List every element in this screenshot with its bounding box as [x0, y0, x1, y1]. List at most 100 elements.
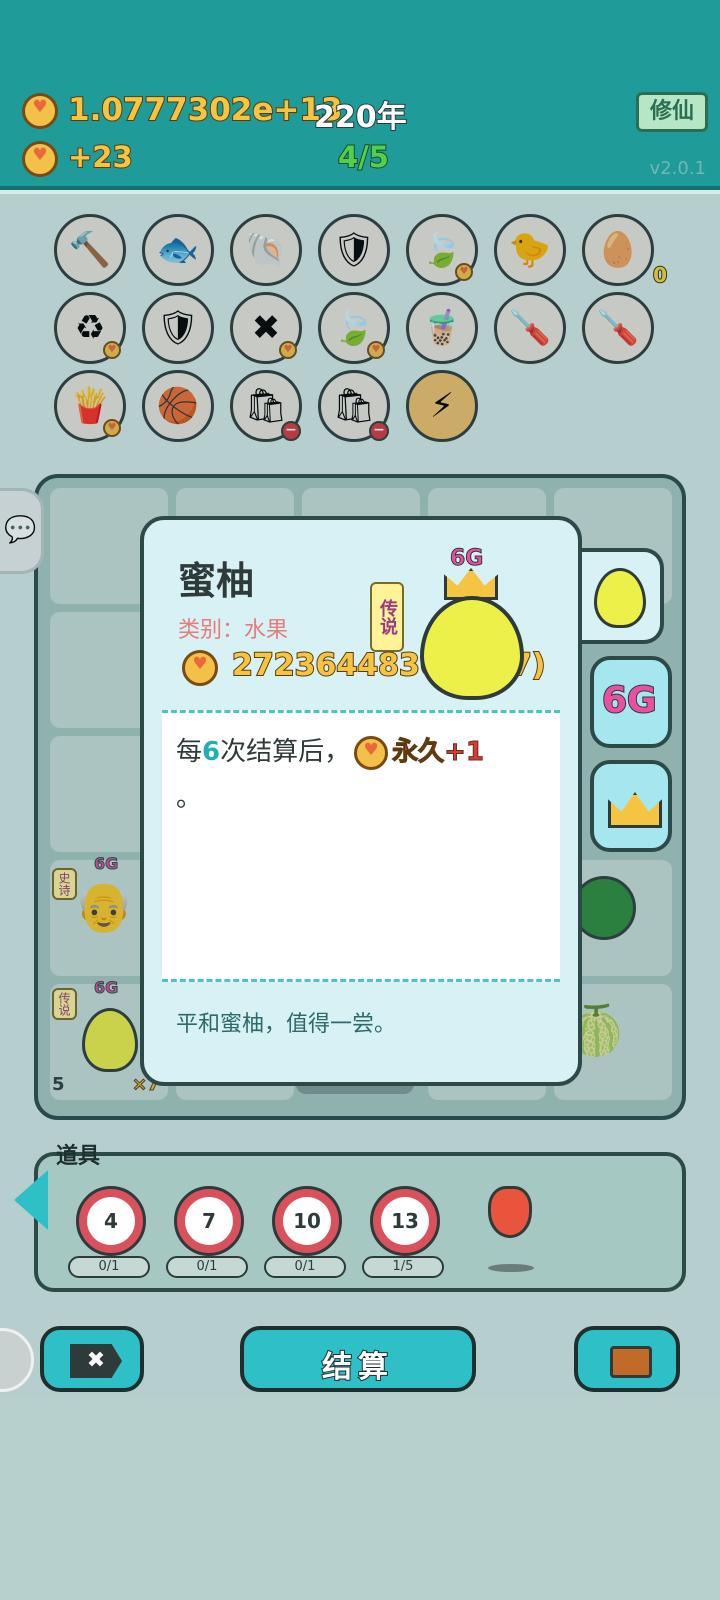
screwdriver-icon: 🪛	[508, 308, 552, 348]
lightning-icon: ⚡	[430, 386, 454, 426]
trash-bag-item-2[interactable]: 🛍 −	[318, 370, 390, 442]
crown-icon	[608, 792, 662, 828]
tool-progress: 0/1	[68, 1256, 150, 1278]
heart-badge-icon: ♥	[103, 341, 121, 359]
money-total: 1.0777302e+13	[67, 91, 343, 129]
tool-progress: 0/1	[166, 1256, 248, 1278]
desc-prefix: 每	[176, 737, 203, 767]
desc-number: 6	[202, 737, 221, 767]
target-tool[interactable]: 4	[76, 1186, 146, 1256]
legend-tag: 传说	[370, 582, 404, 652]
heart-badge-icon: ♥	[367, 341, 385, 359]
year-counter: 220年	[313, 99, 408, 136]
shell-icon: 🐚	[244, 230, 288, 270]
income-rate: +23	[67, 139, 134, 175]
leaf-item[interactable]: 🍃 ♥	[406, 214, 478, 286]
round-progress: 4/5	[337, 139, 390, 175]
shield-wrench-item[interactable]: 🛡	[318, 214, 390, 286]
item-detail-popup: 蜜柚 类别：水果 传说 27236448365 (×7) 6G 每6次结算后，永…	[140, 516, 582, 1086]
target-icon: 7	[185, 1197, 233, 1245]
desc-effect: 永久+1	[392, 737, 485, 768]
flavor-text: 平和蜜柚，值得一尝。	[176, 1012, 397, 1037]
trash-bag-item[interactable]: 🛍 −	[230, 370, 302, 442]
milk-tea-item[interactable]: 🧋	[406, 292, 478, 364]
shell-item[interactable]: 🐚	[230, 214, 302, 286]
target-icon: 13	[381, 1197, 429, 1245]
description-line: 每6次结算后， 永久+1	[176, 731, 485, 770]
screwdriver-item-2[interactable]: 🪛	[582, 292, 654, 364]
delete-tag-icon: ✖	[251, 308, 281, 348]
version-label: v2.0.1	[649, 158, 706, 179]
tab-6g-label: 6G	[601, 679, 658, 722]
g-label: 6G	[93, 978, 119, 998]
chat-icon[interactable]	[0, 488, 44, 574]
target-icon: 4	[87, 1197, 135, 1245]
basketball-icon: 🏀	[156, 386, 200, 426]
tab-fruit[interactable]	[574, 548, 664, 644]
recycle-icon: ♻	[74, 308, 106, 348]
delete-tag-item[interactable]: ✖ ♥	[230, 292, 302, 364]
backpack-button[interactable]	[574, 1326, 680, 1392]
trash-bag-icon: 🛍	[244, 386, 288, 426]
egg-tray-icon: 🥚	[596, 230, 640, 270]
lightning-item[interactable]: ⚡	[406, 370, 478, 442]
pomelo-icon	[594, 568, 646, 628]
screwdriver-item[interactable]: 🪛	[494, 292, 566, 364]
target-value: 4	[104, 1209, 118, 1233]
tools-title: 道具	[56, 1144, 101, 1169]
tab-6g[interactable]: 6G	[590, 656, 672, 748]
heart-badge-icon: ♥	[279, 341, 297, 359]
fries-icon: 🍟	[68, 386, 112, 426]
chick-icon: 🐤	[508, 230, 552, 270]
minus-badge-icon: −	[281, 421, 301, 441]
legend-tag: 传说	[52, 988, 77, 1020]
pomelo-large-icon: 6G	[414, 546, 530, 700]
tab-crown[interactable]	[590, 760, 672, 852]
chick-item[interactable]: 🐤	[494, 214, 566, 286]
heart-badge-icon: ♥	[103, 419, 121, 437]
desc-mid: 次结算后，	[220, 737, 351, 767]
avatar[interactable]	[0, 1328, 34, 1392]
coin-icon	[22, 93, 58, 129]
fish-bowl-item[interactable]: 🐟	[142, 214, 214, 286]
screwdriver-icon: 🪛	[596, 308, 640, 348]
shield-wrench-item-2[interactable]: 🛡	[142, 292, 214, 364]
hammer-item[interactable]: 🔨	[54, 214, 126, 286]
tool-progress: 0/1	[264, 1256, 346, 1278]
egg-tray-item[interactable]: 🥚 0	[582, 214, 668, 288]
top-header: 1.0777302e+13 220年 +23 4/5 修仙 v2.0.1	[0, 0, 720, 190]
target-tool[interactable]: 7	[174, 1186, 244, 1256]
minus-badge-icon: −	[369, 421, 389, 441]
target-tool[interactable]: 13	[370, 1186, 440, 1256]
briefcase-icon	[610, 1346, 652, 1378]
g-label: 6G	[449, 546, 484, 572]
description-box: 每6次结算后， 永久+1 。	[162, 710, 560, 982]
leaf-icon: 🍃	[420, 230, 464, 270]
cultivate-button[interactable]: 修仙	[636, 92, 708, 132]
pomelo-body	[420, 596, 524, 700]
item-count: 5	[52, 1074, 65, 1095]
recycle-item[interactable]: ♻ ♥	[54, 292, 126, 364]
tool-progress: 1/5	[362, 1256, 444, 1278]
arrow-left-icon[interactable]	[14, 1170, 48, 1230]
old-man-icon[interactable]: 👴	[74, 878, 134, 935]
coin-icon	[22, 141, 58, 177]
coin-icon	[182, 650, 218, 686]
settle-button[interactable]: 结算	[240, 1326, 476, 1392]
target-value: 7	[202, 1209, 216, 1233]
fries-item[interactable]: 🍟 ♥	[54, 370, 126, 442]
leaf-icon: 🍃	[332, 308, 376, 348]
target-tool[interactable]: 10	[272, 1186, 342, 1256]
coin-icon	[354, 735, 389, 770]
leaf-item-2[interactable]: 🍃 ♥	[318, 292, 390, 364]
chili-pepper-icon[interactable]	[488, 1186, 532, 1238]
settle-label: 结算	[321, 1349, 394, 1386]
close-icon: ✖	[70, 1344, 122, 1378]
item-shelf: 🔨 🐟 🐚 🛡 🍃 ♥ 🐤 🥚 0 ♻ ♥ 🛡 ✖ ♥ 🍃 ♥ 🧋 🪛 🪛 🍟 ♥ 🏀 🛍 −…	[0, 194, 720, 464]
desc-end: 。	[176, 783, 203, 813]
basketballs-item[interactable]: 🏀	[142, 370, 214, 442]
target-value: 10	[293, 1209, 321, 1233]
item-title: 蜜柚	[178, 559, 255, 603]
heart-badge-icon: ♥	[455, 263, 473, 281]
remove-button[interactable]: ✖	[40, 1326, 144, 1392]
